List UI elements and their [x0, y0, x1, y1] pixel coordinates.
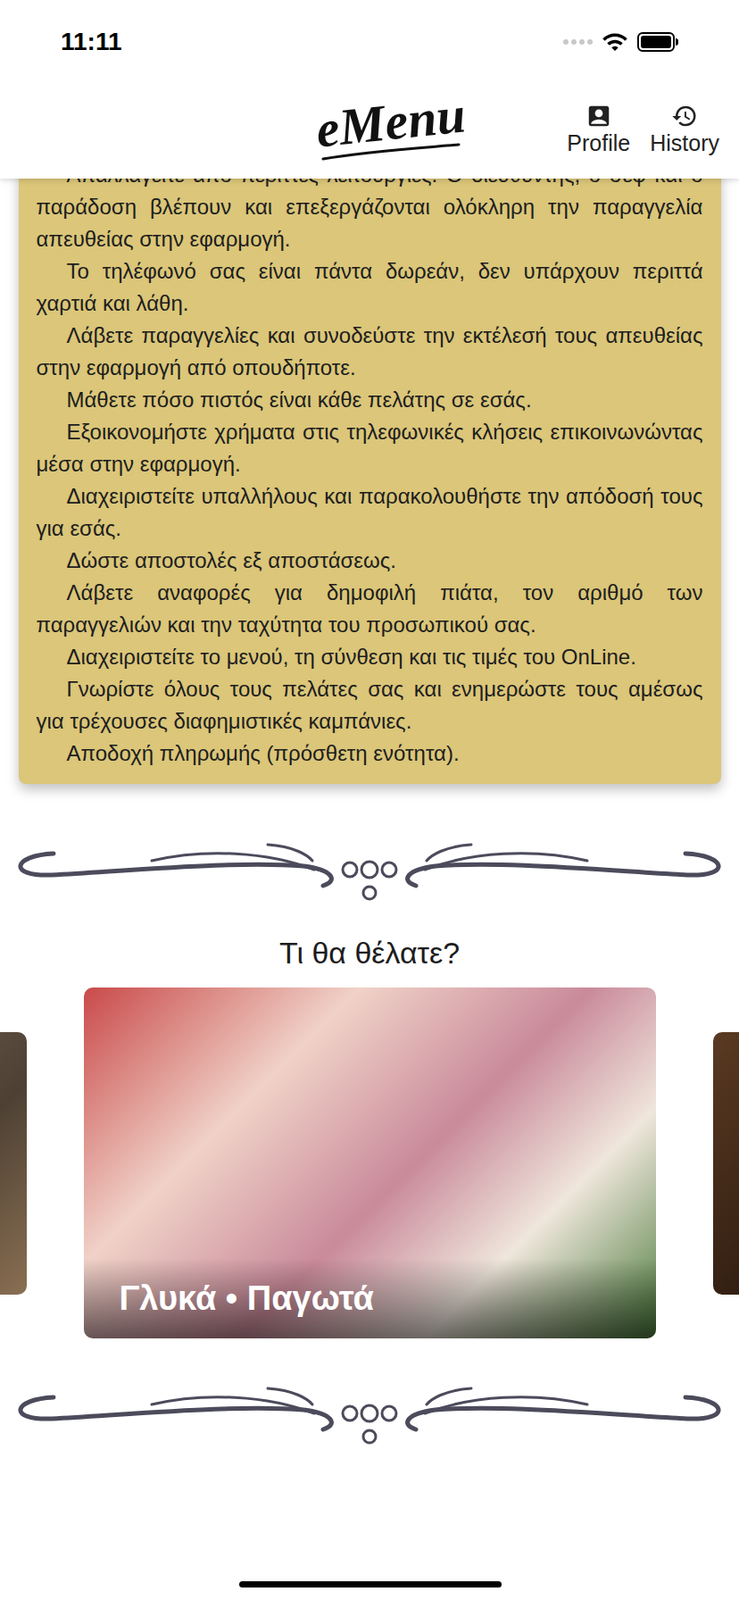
- section-title: Τι θα θέλατε?: [279, 933, 460, 972]
- logo[interactable]: eMenu: [253, 96, 466, 163]
- ornament-divider-icon: [0, 1377, 739, 1449]
- feature-paragraph: Λάβετε παραγγελίες και συνοδεύστε την εκ…: [36, 319, 704, 384]
- content: Απαλλαγείτε από περιττές λειτουργίες. Ο …: [0, 151, 739, 1449]
- signal-icon: [563, 39, 593, 45]
- status-icons: [563, 28, 679, 56]
- feature-paragraph: Μάθετε πόσο πιστός είναι κάθε πελάτης σε…: [36, 383, 704, 416]
- feature-paragraph: Διαχειριστείτε το μενού, τη σύνθεση και …: [36, 640, 704, 673]
- feature-paragraph: Διαχειριστείτε υπαλλήλους και παρακολουθ…: [36, 480, 704, 545]
- battery-icon: [637, 32, 679, 52]
- app-screen: 11:11 eMenu Profile HistoryΑπαλλαγείτε από …: [0, 0, 739, 1600]
- category-card[interactable]: [713, 1031, 739, 1295]
- ornament-divider-icon: [0, 833, 739, 906]
- category-label: Γλυκά • Παγωτά: [119, 1277, 374, 1319]
- top-bar: 11:11 eMenu Profile History: [0, 0, 739, 179]
- feature-paragraph: Λάβετε αναφορές για δημοφιλή πιάτα, τον …: [36, 576, 704, 641]
- status-time: 11:11: [60, 23, 123, 61]
- features-card: Απαλλαγείτε από περιττές λειτουργίες. Ο …: [18, 151, 722, 784]
- status-bar: 11:11: [0, 0, 739, 81]
- profile-icon: [585, 102, 613, 130]
- feature-paragraph: Δώστε αποστολές εξ αποστάσεως.: [36, 544, 704, 577]
- wifi-icon: [601, 28, 629, 56]
- category-card[interactable]: Γλυκά • Παγωτά: [83, 987, 656, 1338]
- nav-action-button[interactable]: History: [649, 102, 720, 157]
- category-card[interactable]: [0, 1031, 27, 1295]
- home-indicator: [239, 1580, 502, 1587]
- feature-paragraph: Το τηλέφωνό σας είναι πάντα δωρεάν, δεν …: [36, 255, 704, 320]
- feature-paragraph: Εξοικονομήστε χρήματα στις τηλεφωνικές κ…: [36, 415, 704, 481]
- nav-bar: eMenu Profile History: [0, 80, 739, 179]
- history-icon: [671, 102, 698, 130]
- nav-action-button[interactable]: Profile: [566, 102, 631, 157]
- feature-paragraph: Γνωρίστε όλους τους πελάτες σας και ενημ…: [36, 672, 704, 738]
- feature-paragraph: Αποδοχή πληρωμής (πρόσθετη ενότητα).: [36, 737, 704, 770]
- category-carousel[interactable]: Γλυκά • Παγωτά: [0, 987, 739, 1338]
